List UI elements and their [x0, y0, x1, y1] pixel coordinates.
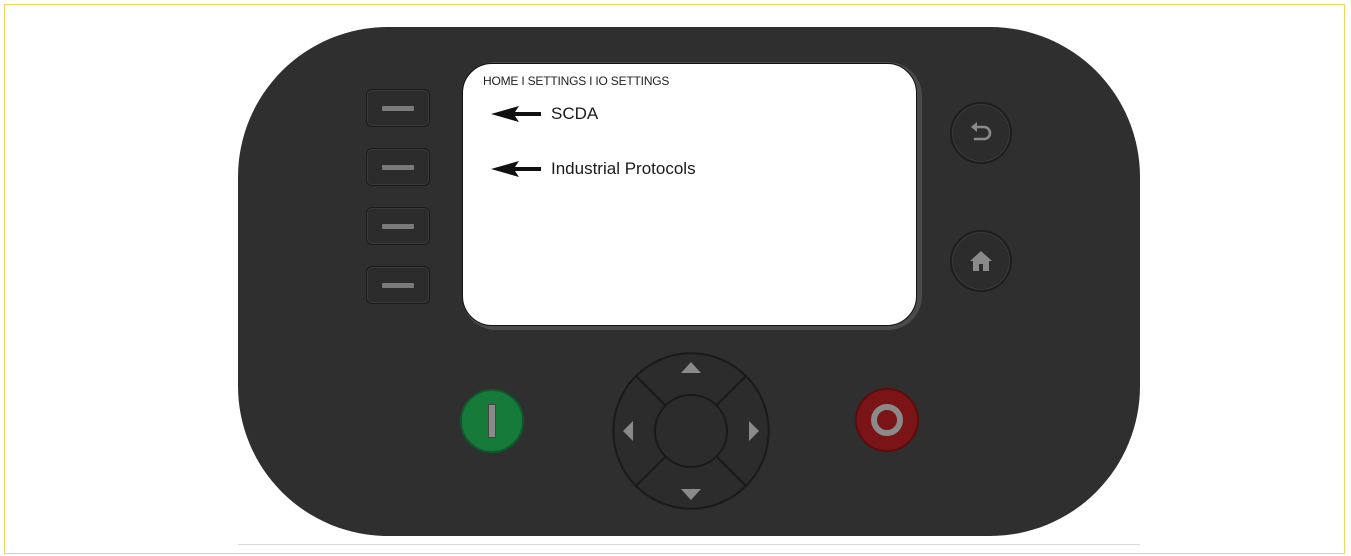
- left-arrow-icon: [491, 106, 541, 122]
- home-button[interactable]: [950, 230, 1012, 292]
- left-arrow-icon: [491, 161, 541, 177]
- soft-key-1[interactable]: [366, 89, 430, 127]
- back-button[interactable]: [950, 102, 1012, 164]
- start-button[interactable]: [460, 389, 524, 453]
- soft-key-4[interactable]: [366, 266, 430, 304]
- soft-key-indicator: [382, 283, 414, 288]
- undo-arrow-icon: [971, 122, 992, 141]
- stop-button[interactable]: [855, 388, 919, 452]
- menu-item-label: Industrial Protocols: [551, 159, 696, 178]
- soft-key-indicator: [382, 224, 414, 229]
- breadcrumb: HOME I SETTINGS I IO SETTINGS: [483, 74, 670, 88]
- power-off-icon: [871, 404, 903, 436]
- home-icon: [970, 251, 992, 271]
- display-screen: HOME I SETTINGS I IO SETTINGS SCDA Indus…: [462, 63, 917, 326]
- dpad-up-button[interactable]: [646, 346, 736, 386]
- dpad-right-button[interactable]: [736, 386, 776, 476]
- soft-key-3[interactable]: [366, 207, 430, 245]
- navigation-dpad: [606, 346, 776, 516]
- power-on-icon: [488, 404, 496, 438]
- baseline-divider: [238, 544, 1140, 545]
- soft-key-indicator: [382, 106, 414, 111]
- soft-key-indicator: [382, 165, 414, 170]
- dpad-left-button[interactable]: [606, 386, 646, 476]
- menu-item-label: SCDA: [551, 104, 599, 123]
- dpad-center-button[interactable]: [656, 396, 726, 466]
- dpad-down-button[interactable]: [646, 476, 736, 516]
- menu-item-industrial-protocols[interactable]: Industrial Protocols: [491, 159, 696, 179]
- soft-key-2[interactable]: [366, 148, 430, 186]
- menu-item-scda[interactable]: SCDA: [491, 104, 598, 124]
